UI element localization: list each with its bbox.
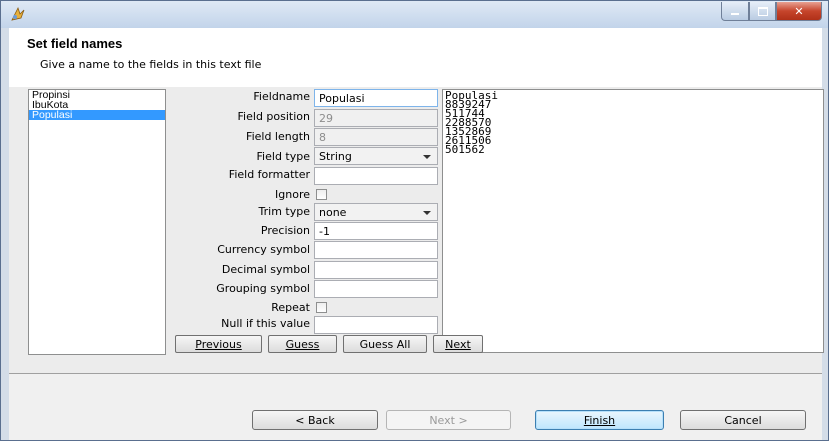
repeat-checkbox[interactable] (316, 302, 327, 313)
currency-symbol-label: Currency symbol (217, 243, 310, 256)
next-field-button[interactable]: Next (433, 335, 483, 353)
field-list[interactable]: Propinsi IbuKota Populasi (28, 89, 166, 355)
field-position-input[interactable]: 29 (314, 109, 438, 127)
decimal-symbol-input[interactable] (314, 261, 438, 279)
page-description: Give a name to the fields in this text f… (40, 58, 262, 71)
currency-symbol-input[interactable] (314, 241, 438, 259)
field-type-label: Field type (256, 150, 310, 163)
wizard-footer (9, 374, 822, 440)
field-nav-buttons: Previous Guess Guess All Next (175, 335, 483, 353)
trim-type-label: Trim type (258, 205, 310, 218)
next-button[interactable]: Next > (386, 410, 511, 430)
maximize-icon (757, 6, 768, 16)
left-frame (1, 28, 9, 440)
text-preview[interactable]: Populasi 8839247 511744 2288570 1352869 … (442, 89, 824, 353)
null-if-input[interactable] (314, 316, 438, 334)
preview-line: 2611506 (445, 134, 492, 147)
close-icon: ✕ (794, 4, 804, 18)
back-button[interactable]: < Back (252, 410, 378, 430)
cancel-button-label: Cancel (724, 413, 762, 427)
next-button-label: Next > (429, 413, 468, 427)
ignore-checkbox[interactable] (316, 189, 327, 200)
finish-button[interactable]: Finish (535, 410, 664, 430)
guess-button[interactable]: Guess (268, 335, 337, 353)
chevron-down-icon (423, 211, 431, 215)
preview-line: 511744 (445, 107, 485, 120)
chevron-down-icon (423, 155, 431, 159)
grouping-symbol-label: Grouping symbol (216, 282, 310, 295)
preview-line: 501562 (445, 143, 485, 156)
minimize-icon (731, 13, 739, 15)
app-icon (11, 6, 25, 21)
field-formatter-input[interactable] (314, 167, 438, 185)
precision-input[interactable]: -1 (314, 222, 438, 240)
repeat-label: Repeat (271, 301, 310, 314)
previous-button[interactable]: Previous (175, 335, 262, 353)
preview-line: Populasi (445, 89, 498, 102)
form-labels: Fieldname Field position Field length Fi… (165, 87, 310, 347)
page-title: Set field names (27, 36, 123, 51)
wizard-window: ✕ Set field names Give a name to the fie… (0, 0, 829, 441)
field-type-select[interactable]: String (314, 147, 438, 165)
decimal-symbol-label: Decimal symbol (221, 263, 310, 276)
preview-line: 2288570 (445, 116, 492, 129)
back-button-label: < Back (295, 413, 335, 427)
field-list-item-populasi[interactable]: Populasi (29, 110, 165, 120)
guess-all-button-label: Guess All (359, 337, 411, 351)
fieldname-label: Fieldname (253, 90, 310, 103)
field-type-value: String (319, 150, 352, 163)
guess-all-button[interactable]: Guess All (343, 335, 427, 353)
preview-line: 8839247 (445, 98, 492, 111)
null-if-label: Null if this value (221, 317, 310, 330)
finish-button-label: Finish (583, 413, 616, 427)
next-field-button-label: Next (445, 337, 471, 351)
precision-label: Precision (260, 224, 310, 237)
field-position-label: Field position (237, 110, 310, 123)
previous-button-label: Previous (195, 337, 242, 351)
field-length-input[interactable]: 8 (314, 128, 438, 146)
close-button[interactable]: ✕ (776, 2, 822, 21)
ignore-label: Ignore (275, 188, 310, 201)
fieldname-input[interactable]: Populasi (314, 89, 438, 107)
field-formatter-label: Field formatter (228, 168, 310, 181)
preview-line: 1352869 (445, 125, 492, 138)
trim-type-select[interactable]: none (314, 203, 438, 221)
minimize-button[interactable] (721, 2, 749, 21)
grouping-symbol-input[interactable] (314, 280, 438, 298)
wizard-header: Set field names Give a name to the field… (9, 28, 822, 88)
field-length-label: Field length (246, 130, 310, 143)
cancel-button[interactable]: Cancel (680, 410, 806, 430)
trim-type-value: none (319, 206, 347, 219)
title-bar: ✕ (1, 1, 828, 28)
guess-button-label: Guess (285, 337, 320, 351)
maximize-button[interactable] (749, 2, 776, 21)
